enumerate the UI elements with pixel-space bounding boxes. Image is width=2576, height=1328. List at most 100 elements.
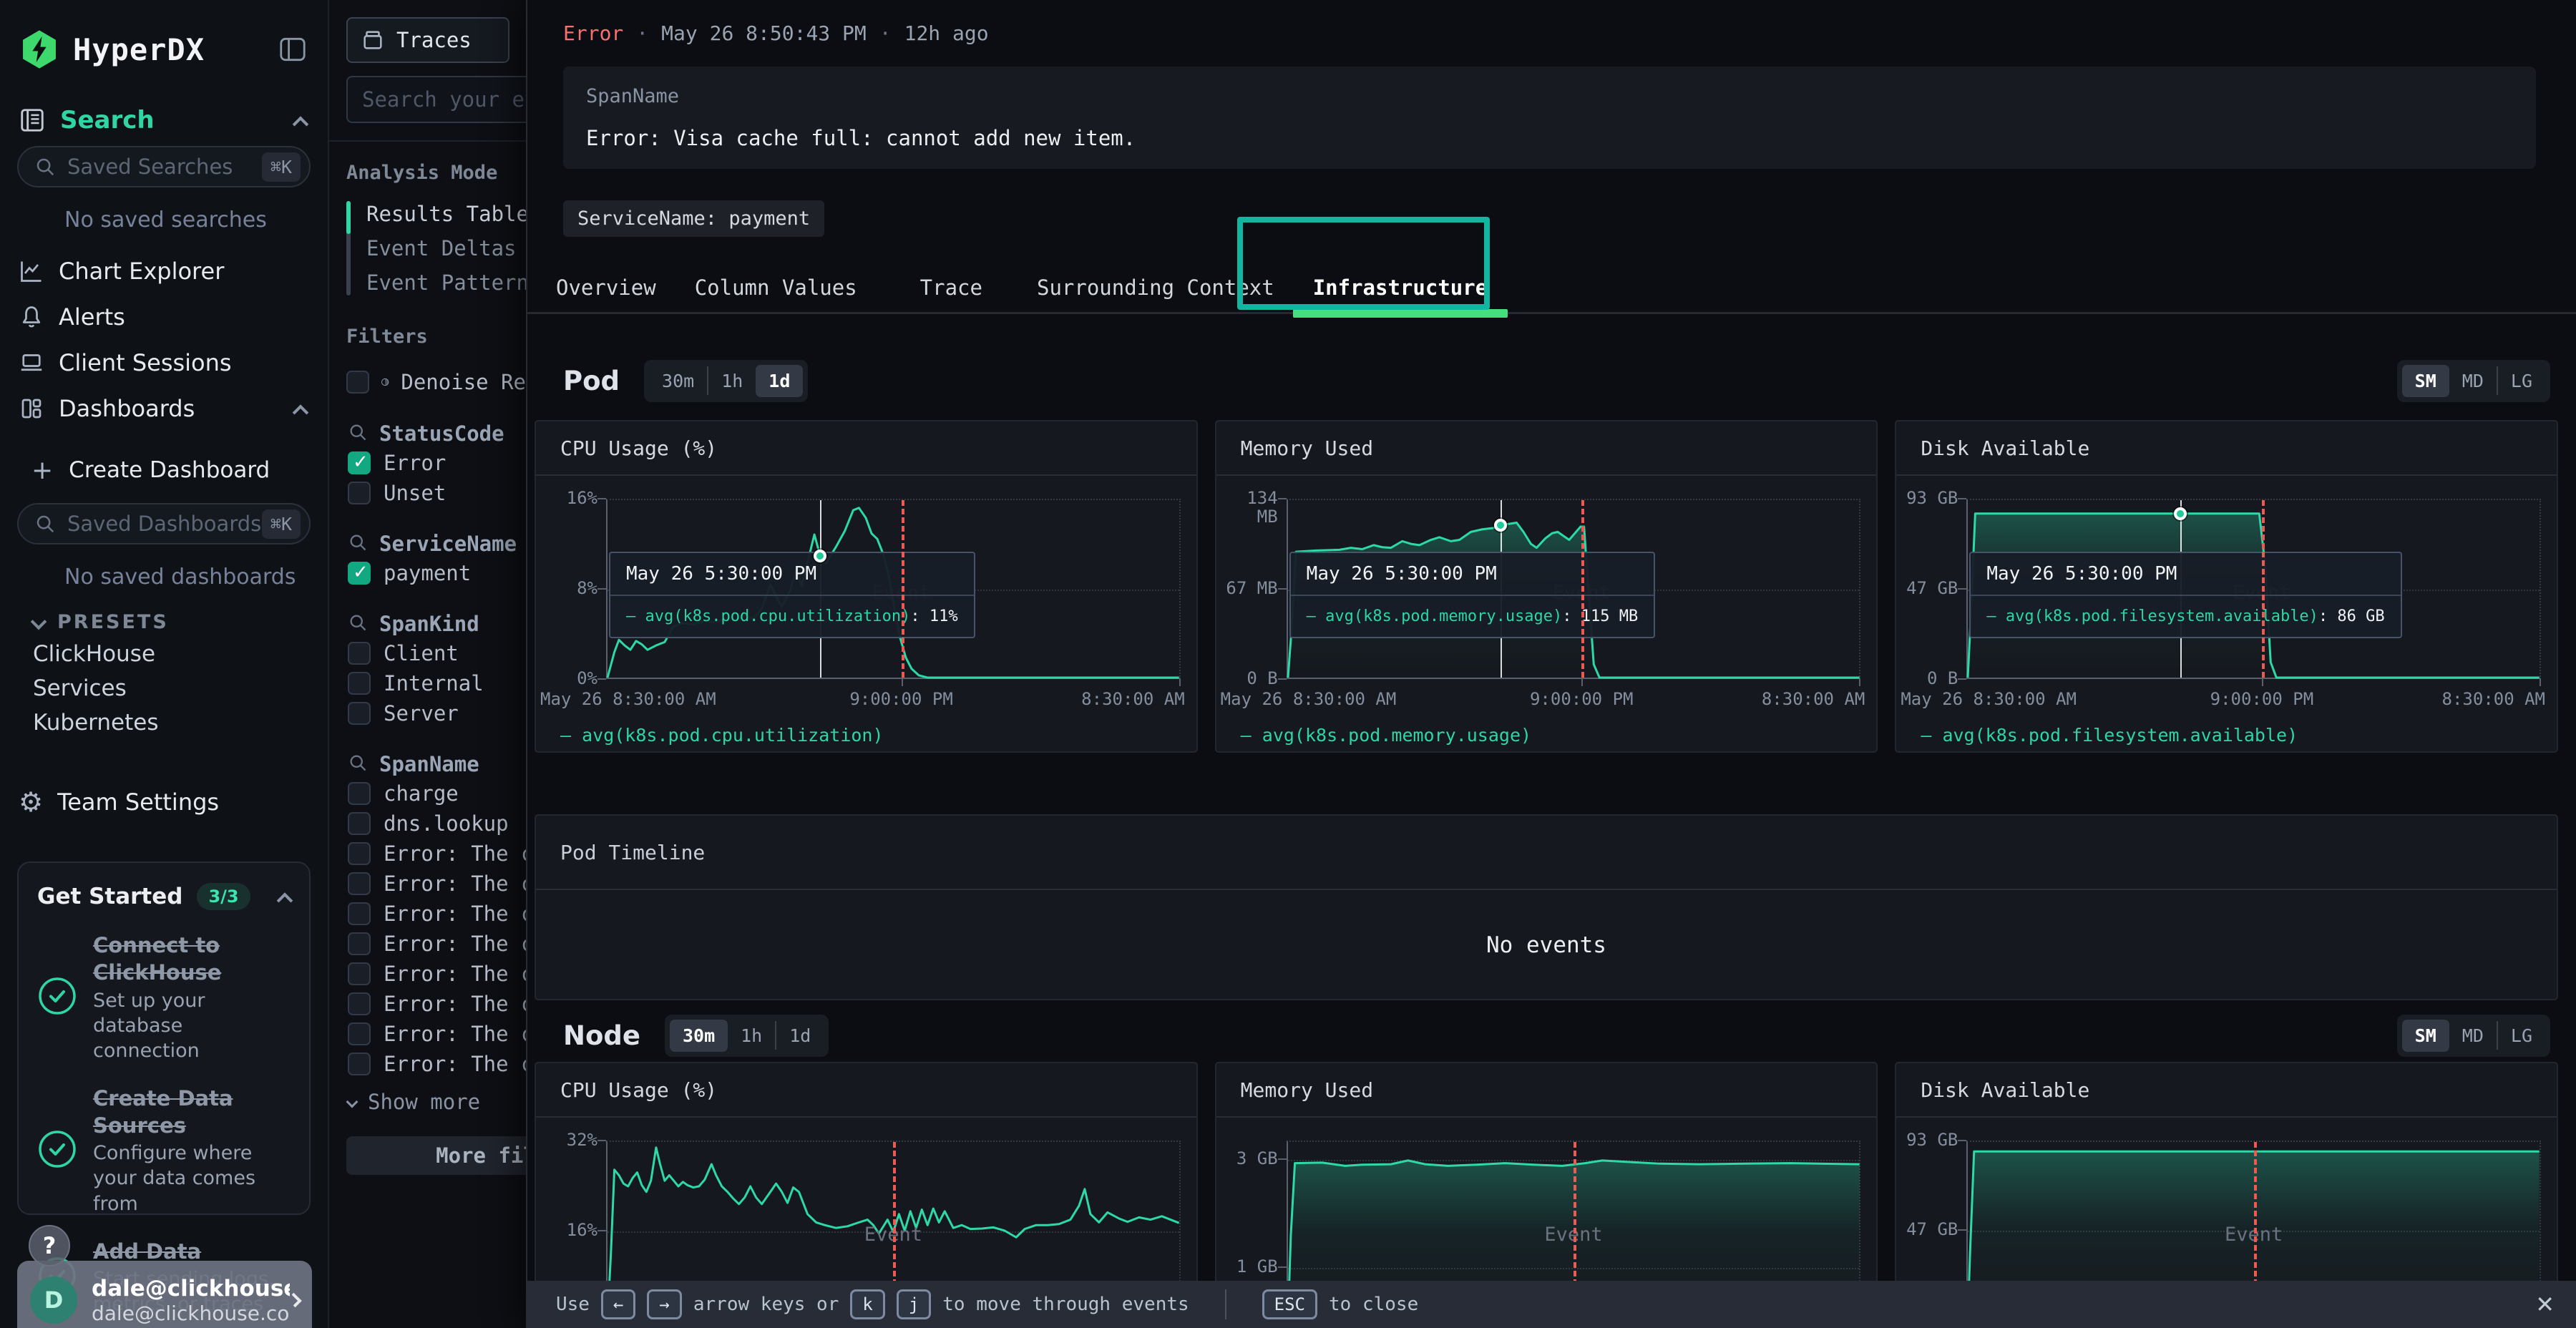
collapse-sidebar-icon[interactable] <box>279 37 306 62</box>
tab-trace[interactable]: Trace <box>920 262 982 313</box>
filter-value-row[interactable]: Error: The cr <box>329 1019 526 1049</box>
box-archive-icon <box>361 28 385 52</box>
no-saved-searches-text: No saved searches <box>64 208 328 233</box>
filter-value-row[interactable]: charge <box>329 778 526 809</box>
y-axis-tick-label: 67 MB <box>1225 579 1278 597</box>
filter-checkbox[interactable] <box>348 482 371 504</box>
filter-value-row[interactable]: dns.lookup <box>329 809 526 839</box>
node-size-sm[interactable]: SM <box>2402 1020 2449 1052</box>
filter-checkbox[interactable] <box>348 842 371 865</box>
esc-key[interactable]: ESC <box>1262 1289 1317 1319</box>
filter-value-row[interactable]: Error: The cr <box>329 929 526 959</box>
filter-value-row[interactable]: Internal <box>329 668 526 698</box>
preset-clickhouse[interactable]: ClickHouse <box>0 637 328 671</box>
get-started-item[interactable]: Create Data SourcesConfigure where your … <box>37 1085 291 1216</box>
x-axis-tick-mark <box>1179 679 1181 686</box>
node-range-30m[interactable]: 30m <box>670 1020 728 1052</box>
node-size-md[interactable]: MD <box>2449 1020 2497 1052</box>
chevron-up-icon[interactable] <box>293 116 309 132</box>
arrow-right-key[interactable]: → <box>647 1289 681 1319</box>
filter-value-row[interactable]: Error: The cr <box>329 989 526 1019</box>
user-email: dale@clickhouse.com <box>92 1276 290 1302</box>
x-axis-tick-label: 9:00:00 PM <box>849 689 953 709</box>
node-size-lg[interactable]: LG <box>2498 1020 2545 1052</box>
x-axis-tick-label: 8:30:00 AM <box>1081 689 1185 709</box>
filter-checkbox[interactable] <box>348 642 371 665</box>
get-started-item[interactable]: Connect to ClickHouseSet up your databas… <box>37 932 291 1063</box>
arrow-left-key[interactable]: ← <box>601 1289 635 1319</box>
filter-checkbox[interactable] <box>348 932 371 955</box>
help-button[interactable]: ? <box>29 1225 70 1266</box>
source-select[interactable]: Traces <box>346 17 509 63</box>
analysis-mode-results-table[interactable]: Results Table <box>329 197 526 231</box>
filter-checkbox[interactable] <box>348 1053 371 1075</box>
sidebar-item-team-settings[interactable]: ⚙ Team Settings <box>0 778 328 826</box>
filter-value-row[interactable]: Error: The cr <box>329 869 526 899</box>
pod-range-1d[interactable]: 1d <box>756 365 803 397</box>
filter-value-row[interactable]: Error: The cr <box>329 1049 526 1079</box>
filter-checkbox[interactable] <box>348 562 371 585</box>
filter-checkbox[interactable] <box>348 812 371 835</box>
denoise-results-row[interactable]: Denoise Re <box>329 366 526 398</box>
filter-checkbox[interactable] <box>348 872 371 895</box>
create-dashboard-button[interactable]: + Create Dashboard <box>0 451 328 489</box>
pod-size-lg[interactable]: LG <box>2498 365 2545 397</box>
sidebar-item-dashboards[interactable]: Dashboards <box>0 386 328 431</box>
filter-checkbox[interactable] <box>348 1022 371 1045</box>
tab-column-values[interactable]: Column Values <box>695 262 857 313</box>
sidebar-item-alerts[interactable]: Alerts <box>0 294 328 340</box>
chart-plot-area[interactable]: EventMay 26 5:30:00 PM— avg(k8s.pod.memo… <box>1287 499 1861 679</box>
preset-services[interactable]: Services <box>0 671 328 706</box>
chevron-up-icon[interactable] <box>293 404 309 421</box>
filter-checkbox[interactable] <box>348 992 371 1015</box>
filter-value-row[interactable]: payment <box>329 558 526 588</box>
saved-dashboards-input[interactable]: Saved Dashboards ⌘K <box>17 503 311 545</box>
preset-kubernetes[interactable]: Kubernetes <box>0 706 328 740</box>
filter-value-row[interactable]: Error: The cr <box>329 899 526 929</box>
filter-checkbox[interactable] <box>348 782 371 805</box>
show-more-button[interactable]: Show more <box>329 1086 526 1118</box>
chart-plot-area[interactable]: EventMay 26 5:30:00 PM— avg(k8s.pod.cpu.… <box>606 499 1181 679</box>
filter-value-row[interactable]: Client <box>329 638 526 668</box>
filter-value-label: Error: The cr <box>384 962 526 986</box>
j-key[interactable]: j <box>897 1289 931 1319</box>
close-icon[interactable]: ✕ <box>2535 1291 2555 1318</box>
pod-range-1h[interactable]: 1h <box>708 365 756 397</box>
hover-point-dot <box>1494 519 1507 532</box>
analysis-mode-event-patterns[interactable]: Event Patterns <box>329 265 526 300</box>
saved-searches-input[interactable]: Saved Searches ⌘K <box>17 146 311 187</box>
tab-infrastructure[interactable]: Infrastructure <box>1313 262 1488 313</box>
pod-size-md[interactable]: MD <box>2449 365 2497 397</box>
filter-checkbox[interactable] <box>348 962 371 985</box>
sidebar-item-search[interactable]: Search <box>19 106 306 135</box>
user-account-button[interactable]: D dale@clickhouse.com dale@clickhouse.co… <box>17 1261 312 1328</box>
denoise-checkbox[interactable] <box>346 371 369 394</box>
filter-checkbox[interactable] <box>348 902 371 925</box>
filter-value-row[interactable]: Server <box>329 698 526 728</box>
filter-value-row[interactable]: Error: The cr <box>329 839 526 869</box>
filter-value-row[interactable]: Unset <box>329 478 526 508</box>
pod-size-sm[interactable]: SM <box>2402 365 2449 397</box>
event-search-input[interactable]: Search your ev <box>346 76 526 123</box>
filter-checkbox[interactable] <box>348 451 371 474</box>
filter-checkbox[interactable] <box>348 672 371 695</box>
y-axis-tick-mark <box>597 1140 606 1141</box>
tab-overview[interactable]: Overview <box>556 262 656 313</box>
chevron-up-icon[interactable] <box>277 892 293 909</box>
node-range-1d[interactable]: 1d <box>776 1020 824 1052</box>
k-key[interactable]: k <box>850 1289 884 1319</box>
presets-toggle[interactable]: PRESETS <box>33 607 328 637</box>
filter-value-row[interactable]: Error <box>329 448 526 478</box>
chart-plot-area[interactable]: EventMay 26 5:30:00 PM— avg(k8s.pod.file… <box>1966 499 2541 679</box>
sidebar-item-client-sessions[interactable]: Client Sessions <box>0 340 328 386</box>
filter-value-row[interactable]: Error: The cr <box>329 959 526 989</box>
analysis-mode-event-deltas[interactable]: Event Deltas <box>329 231 526 265</box>
pod-range-30m[interactable]: 30m <box>649 365 707 397</box>
sidebar-item-chart-explorer[interactable]: Chart Explorer <box>0 248 328 294</box>
tab-surrounding-context[interactable]: Surrounding Context <box>1037 262 1274 313</box>
filter-checkbox[interactable] <box>348 702 371 725</box>
node-range-1h[interactable]: 1h <box>728 1020 775 1052</box>
more-filters-button[interactable]: More fil <box>346 1136 526 1175</box>
service-name-chip[interactable]: ServiceName: payment <box>563 200 824 237</box>
chart-pod-cpu: CPU Usage (%)16%8%0%EventMay 26 5:30:00 … <box>535 420 1198 753</box>
